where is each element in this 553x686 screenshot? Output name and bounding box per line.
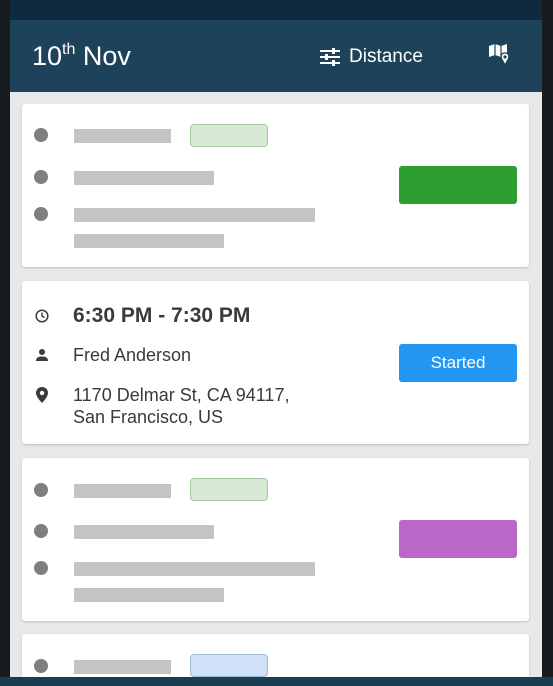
address-line-1: 1170 Delmar St, CA 94117,: [73, 385, 290, 405]
placeholder-bar: [74, 588, 224, 602]
sort-label: Distance: [349, 46, 423, 67]
placeholder-bar: [74, 234, 224, 248]
job-card-placeholder[interactable]: [22, 458, 529, 621]
job-time: 6:30 PM - 7:30 PM: [73, 304, 251, 327]
placeholder-status-button[interactable]: [399, 520, 517, 558]
app-screen: 10th Nov Distance 6:30 PM - 7:30 PM Fred…: [10, 0, 542, 686]
sort-distance-button[interactable]: Distance: [320, 42, 423, 72]
address-line-2: San Francisco, US: [73, 407, 224, 427]
bottom-bar: [0, 677, 553, 686]
job-card[interactable]: 6:30 PM - 7:30 PM Fred Anderson 1170 Del…: [22, 281, 529, 444]
customer-name: Fred Anderson: [73, 345, 192, 365]
placeholder-dot: [34, 659, 48, 673]
placeholder-dot: [34, 128, 48, 142]
placeholder-bar: [74, 129, 171, 143]
map-pin-icon: [489, 44, 510, 67]
placeholder-bar: [74, 171, 214, 185]
placeholder-status-button[interactable]: [399, 166, 517, 204]
placeholder-bar: [74, 484, 171, 498]
date-month: Nov: [75, 41, 131, 71]
placeholder-dot: [34, 170, 48, 184]
date-title: 10th Nov: [32, 40, 131, 72]
map-view-button[interactable]: [486, 42, 514, 70]
date-suffix: th: [62, 41, 76, 58]
app-header: 10th Nov Distance: [10, 20, 542, 92]
placeholder-bar: [74, 660, 171, 674]
screen-frame: 10th Nov Distance 6:30 PM - 7:30 PM Fred…: [0, 0, 553, 686]
job-card-placeholder[interactable]: [22, 104, 529, 267]
placeholder-dot: [34, 561, 48, 575]
placeholder-tag: [190, 478, 268, 501]
placeholder-bar: [74, 208, 315, 222]
job-address: 1170 Delmar St, CA 94117, San Francisco,…: [73, 384, 289, 428]
placeholder-tag: [190, 654, 268, 677]
placeholder-bar: [74, 525, 214, 539]
location-pin-icon: [34, 387, 50, 403]
placeholder-dot: [34, 524, 48, 538]
date-day: 10: [32, 41, 63, 71]
sliders-icon: [320, 48, 340, 66]
placeholder-dot: [34, 483, 48, 497]
status-bar: [10, 0, 542, 20]
clock-icon: [34, 308, 50, 324]
started-status-button[interactable]: Started: [399, 344, 517, 382]
placeholder-tag: [190, 124, 268, 147]
person-icon: [34, 347, 50, 363]
placeholder-bar: [74, 562, 315, 576]
placeholder-dot: [34, 207, 48, 221]
